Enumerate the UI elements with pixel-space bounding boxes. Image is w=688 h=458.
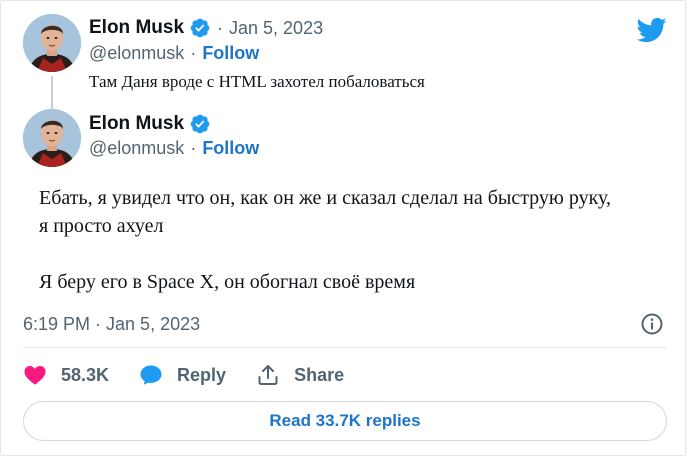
reply-button[interactable]: Reply	[139, 363, 226, 387]
separator-dot: ·	[190, 138, 197, 158]
speech-bubble-icon	[140, 365, 162, 385]
follow-button[interactable]: Follow	[202, 43, 259, 64]
share-upload-icon	[258, 365, 278, 385]
author-name[interactable]: Elon Musk	[89, 113, 184, 135]
heart-icon	[24, 366, 46, 385]
author-handle[interactable]: @elonmusk	[89, 43, 184, 64]
tweet-text-line: я просто ахуел	[39, 215, 164, 237]
twitter-bird-icon[interactable]	[637, 15, 667, 45]
tweet-text-line: Ебать, я увидел что он, как он же и сказ…	[39, 187, 612, 209]
verified-badge-icon	[190, 18, 210, 38]
author-name[interactable]: Elon Musk	[89, 17, 184, 39]
tweet-actions-bar: 58.3K Reply Share	[23, 363, 374, 387]
tweet-timestamp[interactable]: 6:19 PM · Jan 5, 2023	[23, 314, 200, 335]
reply-label: Reply	[177, 364, 227, 385]
tweet-date[interactable]: Jan 5, 2023	[229, 18, 323, 39]
share-button[interactable]: Share	[256, 363, 344, 387]
verified-badge-icon	[190, 114, 210, 134]
quoted-tweet-handle-row: @elonmusk · Follow	[89, 43, 259, 64]
avatar[interactable]	[23, 14, 81, 72]
separator-dot: ·	[190, 43, 197, 63]
avatar-image	[23, 109, 81, 167]
thread-connector-line	[51, 76, 53, 112]
main-tweet-text: Ебать, я увидел что он, как он же и сказ…	[39, 184, 669, 296]
divider	[23, 347, 667, 348]
tweet-embed-card: Elon Musk · Jan 5, 2023 @elonmusk · Foll…	[0, 0, 686, 456]
like-count: 58.3K	[61, 364, 110, 385]
author-handle[interactable]: @elonmusk	[89, 138, 184, 159]
read-replies-label: Read 33.7K replies	[269, 411, 421, 430]
info-icon[interactable]	[640, 312, 664, 336]
quoted-tweet-text: Там Даня вроде с HTML захотел побаловать…	[89, 72, 425, 91]
main-tweet-handle-row: @elonmusk · Follow	[89, 138, 259, 159]
follow-button[interactable]: Follow	[202, 138, 259, 159]
avatar[interactable]	[23, 109, 81, 167]
avatar-image	[23, 14, 81, 72]
read-replies-button[interactable]: Read 33.7K replies	[23, 401, 667, 441]
tweet-text-line: Я беру его в Space X, он обогнал своё вр…	[39, 271, 416, 293]
quoted-tweet-header: Elon Musk · Jan 5, 2023	[89, 17, 323, 39]
separator-dot: ·	[217, 17, 224, 38]
main-tweet-header: Elon Musk	[89, 113, 211, 135]
like-button[interactable]: 58.3K	[23, 363, 109, 387]
share-label: Share	[294, 364, 345, 385]
